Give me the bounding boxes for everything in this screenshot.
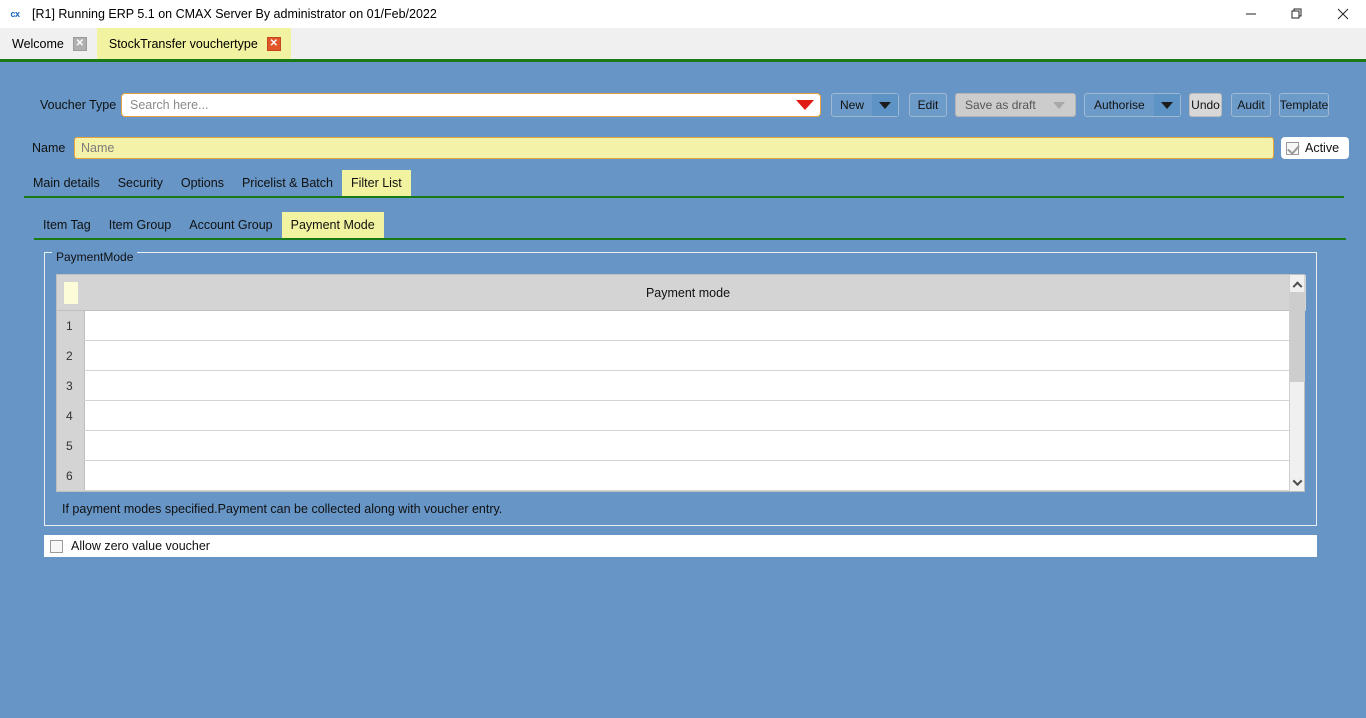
chevron-down-icon: [1053, 102, 1065, 109]
close-icon[interactable]: ✕: [73, 37, 87, 51]
grid-corner-cell[interactable]: [57, 275, 85, 311]
tab-security[interactable]: Security: [109, 170, 172, 196]
scroll-up-icon[interactable]: [1290, 275, 1305, 292]
payment-mode-hint-text: If payment modes specified.Payment can b…: [56, 498, 1305, 520]
table-row[interactable]: 1: [57, 311, 1291, 341]
table-row[interactable]: 6: [57, 461, 1291, 491]
app-icon: cx: [6, 7, 24, 21]
name-input[interactable]: [75, 139, 1273, 157]
allow-zero-value-voucher-checkbox[interactable]: [50, 540, 63, 553]
chevron-up-icon: [1293, 281, 1303, 291]
grid-select-all-chip: [64, 282, 78, 304]
scroll-down-icon[interactable]: [1290, 474, 1305, 491]
sub-tab-underline: [34, 238, 1346, 240]
save-as-draft-dropdown-toggle[interactable]: [1045, 94, 1073, 116]
tab-main-details[interactable]: Main details: [24, 170, 109, 196]
grid-column-header-payment-mode[interactable]: Payment mode: [85, 275, 1291, 311]
paymentmode-groupbox-title: PaymentMode: [52, 251, 137, 264]
new-button-label: New: [832, 94, 872, 116]
tab-filter-list[interactable]: Filter List: [342, 170, 411, 196]
name-label: Name: [32, 141, 65, 155]
payment-mode-cell[interactable]: [85, 401, 1291, 430]
active-checkbox[interactable]: [1286, 142, 1299, 155]
payment-mode-cell[interactable]: [85, 431, 1291, 460]
scrollbar-thumb[interactable]: [1290, 292, 1305, 382]
allow-zero-value-voucher-label: Allow zero value voucher: [71, 539, 210, 553]
dropdown-arrow-icon[interactable]: [790, 94, 820, 116]
row-number: 6: [57, 461, 85, 490]
subtab-item-group[interactable]: Item Group: [100, 212, 181, 238]
title-bar: cx [R1] Running ERP 5.1 on CMAX Server B…: [0, 0, 1366, 28]
subtab-item-tag[interactable]: Item Tag: [34, 212, 100, 238]
document-tab-stocktransfer-vouchertype[interactable]: StockTransfer vouchertype ✕: [97, 28, 291, 59]
main-tab-bar: Main details Security Options Pricelist …: [24, 170, 411, 196]
save-as-draft-label: Save as draft: [956, 94, 1045, 116]
chevron-down-icon: [1293, 476, 1303, 486]
row-number: 4: [57, 401, 85, 430]
grid-vertical-scrollbar[interactable]: [1289, 275, 1304, 491]
chevron-down-icon: [879, 102, 891, 109]
table-row[interactable]: 2: [57, 341, 1291, 371]
search-input[interactable]: [122, 95, 790, 115]
table-row[interactable]: 4: [57, 401, 1291, 431]
subtab-account-group[interactable]: Account Group: [180, 212, 281, 238]
window-title: [R1] Running ERP 5.1 on CMAX Server By a…: [32, 7, 437, 21]
minimize-icon[interactable]: [1228, 0, 1274, 28]
payment-mode-grid[interactable]: Payment mode 1 2 3 4 5 6: [56, 274, 1305, 492]
document-tab-label: Welcome: [12, 37, 64, 51]
subtab-payment-mode[interactable]: Payment Mode: [282, 212, 384, 238]
close-icon[interactable]: ✕: [267, 37, 281, 51]
close-icon[interactable]: [1320, 0, 1366, 28]
template-button-label: Template: [1271, 94, 1338, 116]
row-number: 3: [57, 371, 85, 400]
row-number: 1: [57, 311, 85, 340]
document-tab-list: Welcome ✕ StockTransfer vouchertype ✕: [0, 28, 291, 59]
authorise-button-label: Authorise: [1085, 94, 1154, 116]
allow-zero-value-voucher-row[interactable]: Allow zero value voucher: [44, 535, 1317, 557]
edit-button[interactable]: Edit: [909, 93, 947, 117]
payment-mode-cell[interactable]: [85, 371, 1291, 400]
template-button[interactable]: Template: [1279, 93, 1329, 117]
authorise-button[interactable]: Authorise: [1084, 93, 1181, 117]
save-as-draft-button[interactable]: Save as draft: [955, 93, 1076, 117]
sub-tab-bar: Item Tag Item Group Account Group Paymen…: [34, 212, 384, 238]
document-tab-strip: Welcome ✕ StockTransfer vouchertype ✕: [0, 28, 1366, 62]
restore-icon[interactable]: [1274, 0, 1320, 28]
grid-header-row: Payment mode: [57, 275, 1306, 311]
chevron-down-icon: [1161, 102, 1173, 109]
new-dropdown-toggle[interactable]: [872, 94, 898, 116]
tab-pricelist-and-batch[interactable]: Pricelist & Batch: [233, 170, 342, 196]
name-field-wrapper[interactable]: [74, 137, 1274, 159]
voucher-type-search-box[interactable]: [121, 93, 821, 117]
row-number: 5: [57, 431, 85, 460]
payment-mode-cell[interactable]: [85, 341, 1291, 370]
active-checkbox-wrapper[interactable]: Active: [1281, 137, 1349, 159]
audit-button-label: Audit: [1228, 94, 1273, 116]
voucher-type-label: Voucher Type: [40, 98, 116, 112]
tab-options[interactable]: Options: [172, 170, 233, 196]
active-label: Active: [1305, 141, 1339, 155]
main-tab-underline: [24, 196, 1344, 198]
undo-button[interactable]: Undo: [1189, 93, 1222, 117]
grid-body: 1 2 3 4 5 6: [57, 311, 1291, 493]
payment-mode-cell[interactable]: [85, 311, 1291, 340]
document-tab-welcome[interactable]: Welcome ✕: [0, 28, 97, 59]
authorise-dropdown-toggle[interactable]: [1154, 94, 1180, 116]
document-tab-label: StockTransfer vouchertype: [109, 37, 258, 51]
payment-mode-cell[interactable]: [85, 461, 1291, 490]
undo-button-label: Undo: [1182, 94, 1229, 116]
triangle-down-icon: [796, 100, 814, 110]
row-number: 2: [57, 341, 85, 370]
edit-button-label: Edit: [909, 94, 948, 116]
window-controls: [1228, 0, 1366, 28]
table-row[interactable]: 5: [57, 431, 1291, 461]
audit-button[interactable]: Audit: [1231, 93, 1271, 117]
new-button[interactable]: New: [831, 93, 899, 117]
table-row[interactable]: 3: [57, 371, 1291, 401]
